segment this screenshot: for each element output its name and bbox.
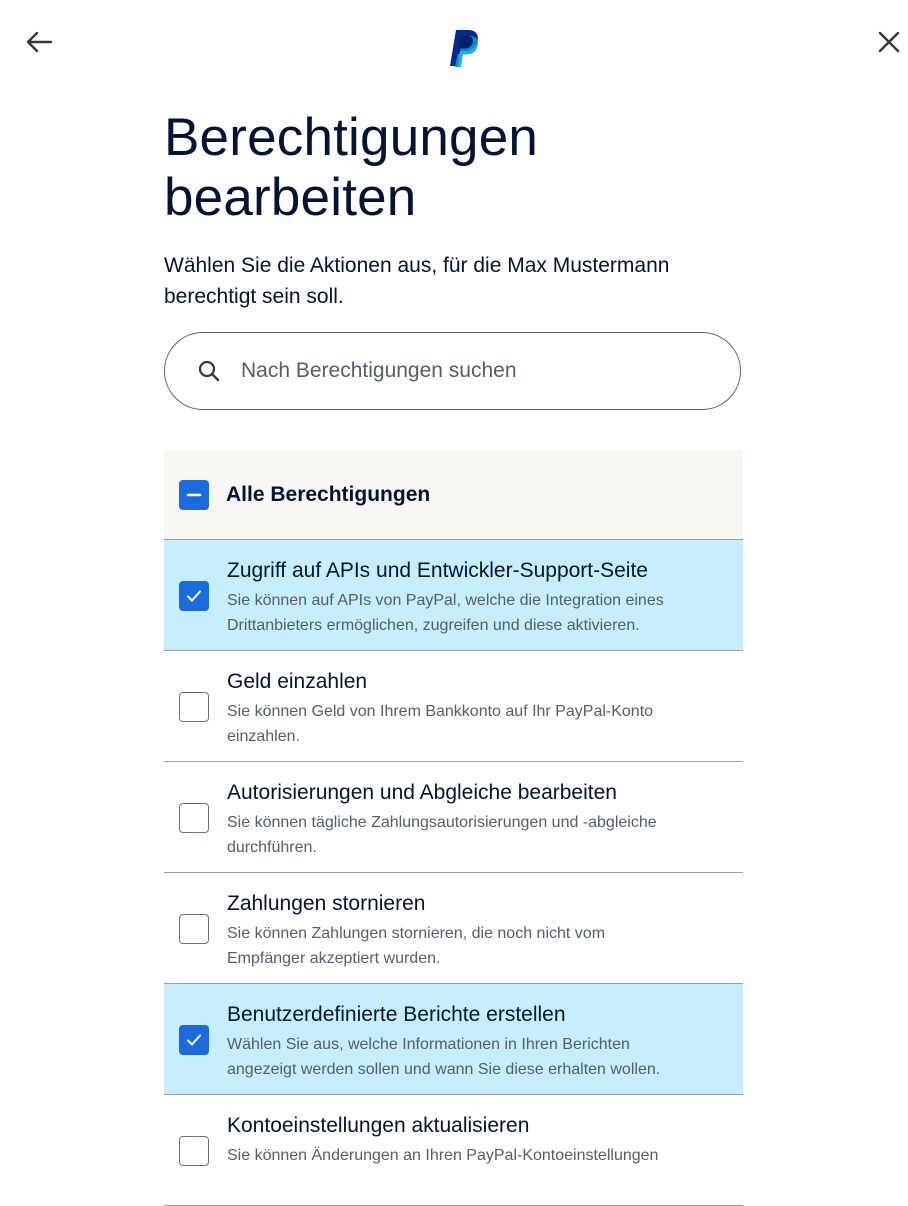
permission-text: Kontoeinstellungen aktualisieren Sie kön… [227,1113,732,1168]
subtitle-line-2: berechtigt sein soll. [164,285,344,308]
description-line-2: angezeigt werden sollen und wann Sie die… [227,1061,661,1078]
permission-row-deposit-money[interactable]: Geld einzahlen Sie können Geld von Ihrem… [164,651,743,762]
page-title: Berechtigungen bearbeiten [164,108,743,228]
description-line-1: Sie können tägliche Zahlungsautorisierun… [227,814,657,831]
description-line-1: Sie können auf APIs von PayPal, welche d… [227,592,664,609]
permission-text: Benutzerdefinierte Berichte erstellen Wä… [227,1002,732,1082]
permission-description: Sie können Geld von Ihrem Bankkonto auf … [227,699,732,749]
permission-checkbox[interactable] [179,1136,209,1166]
paypal-logo [446,28,482,68]
close-button[interactable] [870,24,908,60]
minus-icon [186,493,202,496]
all-permissions-checkbox[interactable] [179,479,209,510]
permission-checkbox[interactable] [179,1025,209,1055]
permission-row-account-settings[interactable]: Kontoeinstellungen aktualisieren Sie kön… [164,1095,743,1206]
permission-description: Sie können auf APIs von PayPal, welche d… [227,588,732,638]
search-icon [197,359,221,383]
all-permissions-row[interactable]: Alle Berechtigungen [164,450,743,540]
permission-description: Sie können Änderungen an Ihren PayPal-Ko… [227,1143,732,1168]
permission-list: Alle Berechtigungen Zugriff auf APIs und… [164,450,743,1206]
all-permissions-label: Alle Berechtigungen [226,482,431,506]
permission-title: Zugriff auf APIs und Entwickler-Support-… [227,559,648,582]
close-icon [878,31,900,53]
description-line-2: einzahlen. [227,728,300,745]
page-title-line-2: bearbeiten [164,168,417,227]
description-line-1: Sie können Zahlungen stornieren, die noc… [227,925,606,942]
permission-checkbox[interactable] [179,803,209,833]
checkmark-icon [187,1034,201,1046]
permission-checkbox[interactable] [179,914,209,944]
checkmark-icon [187,590,201,602]
top-bar [0,0,908,90]
main-content: Berechtigungen bearbeiten Wählen Sie die… [164,108,743,1206]
subtitle-line-1: Wählen Sie die Aktionen aus, für die Max… [164,254,670,277]
permission-row-api-access[interactable]: Zugriff auf APIs und Entwickler-Support-… [164,540,743,651]
back-button[interactable] [20,24,58,60]
permission-text: Geld einzahlen Sie können Geld von Ihrem… [227,669,732,749]
page-subtitle: Wählen Sie die Aktionen aus, für die Max… [164,250,743,312]
permission-title: Kontoeinstellungen aktualisieren [227,1114,530,1137]
description-line-1: Sie können Geld von Ihrem Bankkonto auf … [227,703,654,720]
description-line-2: Empfänger akzeptiert wurden. [227,950,441,967]
permission-title: Autorisierungen und Abgleiche bearbeiten [227,781,617,804]
search-input[interactable] [239,358,713,384]
permission-title: Benutzerdefinierte Berichte erstellen [227,1003,566,1026]
arrow-left-icon [26,31,53,53]
permission-title: Geld einzahlen [227,670,368,693]
permission-description: Sie können tägliche Zahlungsautorisierun… [227,810,732,860]
page-title-line-1: Berechtigungen [164,108,539,167]
permission-text: Autorisierungen und Abgleiche bearbeiten… [227,780,732,860]
permission-description: Sie können Zahlungen stornieren, die noc… [227,921,732,971]
description-line-1: Sie können Änderungen an Ihren PayPal-Ko… [227,1147,659,1164]
permission-text: Zugriff auf APIs und Entwickler-Support-… [227,558,732,638]
description-line-1: Wählen Sie aus, welche Informationen in … [227,1036,630,1053]
permission-checkbox[interactable] [179,692,209,722]
permission-row-cancel-payments[interactable]: Zahlungen stornieren Sie können Zahlunge… [164,873,743,984]
search-box[interactable] [164,332,741,410]
permission-description: Wählen Sie aus, welche Informationen in … [227,1032,732,1082]
permission-row-authorizations[interactable]: Autorisierungen und Abgleiche bearbeiten… [164,762,743,873]
permission-text: Zahlungen stornieren Sie können Zahlunge… [227,891,732,971]
description-line-2: durchführen. [227,839,317,856]
permission-title: Zahlungen stornieren [227,892,426,915]
permission-checkbox[interactable] [179,581,209,611]
description-line-2: Drittanbieters ermöglichen, zugreifen un… [227,617,640,634]
permission-row-custom-reports[interactable]: Benutzerdefinierte Berichte erstellen Wä… [164,984,743,1095]
